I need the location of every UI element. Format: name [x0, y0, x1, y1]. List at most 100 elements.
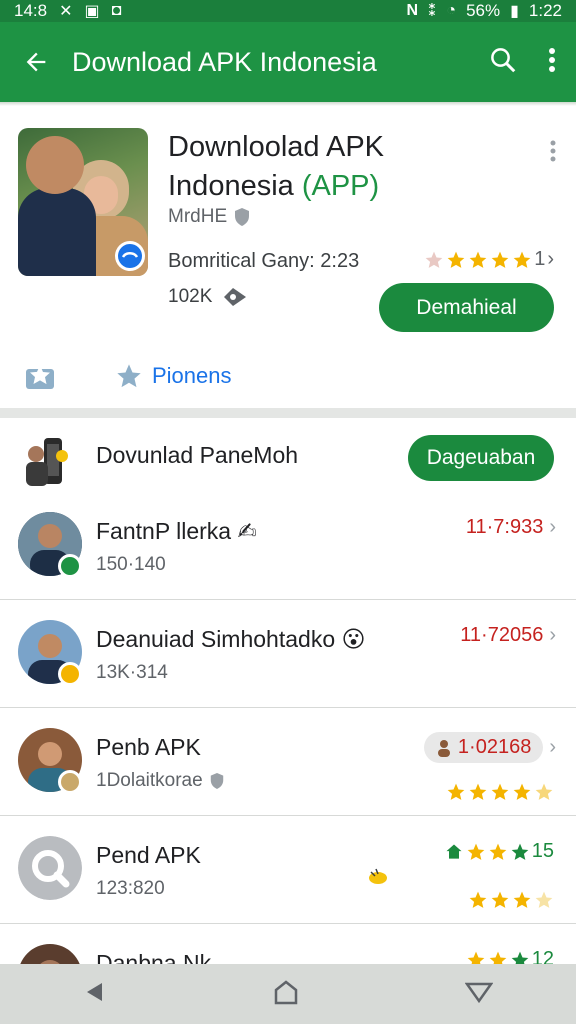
app-card-more-button[interactable] [550, 140, 556, 167]
list-item-subtitle: 123:820 [96, 878, 165, 899]
more-vert-icon [550, 140, 556, 162]
rating-count: 1 [534, 248, 546, 270]
star-icon [117, 364, 141, 388]
notification-icon: ▣ [84, 3, 100, 20]
search-button[interactable] [488, 45, 518, 80]
app-title-line1: Downloolad APK [168, 131, 385, 163]
wifi-icon: ◔ [446, 2, 457, 19]
chevron-right-icon[interactable]: › [549, 516, 556, 539]
verified-badge-icon [115, 241, 145, 271]
app-bar: Download APK Indonesia [0, 22, 576, 102]
chevron-right-icon[interactable]: › [549, 736, 556, 759]
phone-user-icon [26, 438, 68, 486]
list-item-title: FantnP llerka ✍ [96, 518, 257, 545]
battery-icon: ▮ [510, 3, 519, 20]
developer-name: MrdHE [168, 206, 228, 227]
pioneers-label: Pionens [152, 363, 232, 388]
pencil-emoji-icon: ✍ [237, 518, 257, 544]
app-title-prefix: Indonesia [168, 170, 302, 202]
star-outline-icon [26, 365, 54, 389]
star-icon [467, 843, 485, 860]
list-item-value: 1·02168 [457, 736, 532, 758]
list-item-subtitle: 13K·314 [96, 662, 168, 683]
arrow-back-icon [26, 52, 46, 72]
pioneers-link[interactable]: Pionens [114, 362, 232, 390]
app-size: 102K [168, 286, 248, 308]
app-title-line2: Indonesia (APP) [168, 167, 508, 206]
star-icon [469, 783, 487, 800]
person-icon [437, 739, 450, 757]
vibrate-icon: ⁑ [428, 3, 437, 20]
star-half-icon [535, 783, 553, 800]
section-divider [0, 408, 576, 418]
list-item-meta: 11·7:933 › [466, 516, 556, 539]
nav-back-button[interactable] [83, 980, 107, 1009]
back-button[interactable] [0, 48, 72, 76]
star-icon [447, 251, 465, 268]
list-item-title: Pend APK [96, 842, 201, 868]
shield-icon [210, 773, 223, 789]
photo-person [18, 188, 96, 276]
photo-person [26, 136, 84, 194]
status-left-text: 14:8 [14, 1, 48, 20]
star-icon [469, 891, 487, 908]
status-bar: 14:8 ✕ ▣ ◘ N ⁑ ◔ 56% ▮ 1:22 [0, 0, 576, 22]
app-list: FantnP llerka ✍ 150·140 11·7:933 › Deanu… [0, 492, 576, 1032]
app-meta: Bomritical Gany: 2:23 [168, 250, 360, 272]
app-title: Downloolad APK Indonesia (APP) [168, 128, 508, 206]
star-icon [469, 251, 487, 268]
download-row-label: Dovunlad PaneMoh [96, 442, 299, 468]
system-nav-bar [0, 964, 576, 1024]
star-half-icon [535, 891, 553, 908]
nav-recents-button[interactable] [464, 980, 494, 1009]
home-icon [446, 844, 462, 859]
online-status-dot [58, 554, 82, 578]
app-size-value: 102K [168, 286, 213, 307]
more-vert-icon [549, 47, 555, 72]
triangle-down-icon [464, 982, 494, 1003]
rating-stars [446, 782, 554, 802]
overflow-menu-button[interactable] [548, 47, 556, 78]
nav-home-button[interactable] [273, 979, 299, 1010]
app-rating: 1 › [424, 248, 554, 271]
star-icon [511, 843, 529, 860]
app-actions: Pionens [22, 360, 232, 392]
avatar [18, 836, 82, 900]
star-icon [491, 783, 509, 800]
star-icon [447, 783, 465, 800]
list-item-meta: 11·72056 › [460, 624, 556, 647]
home-outline-icon [274, 979, 298, 1004]
star-icon [489, 843, 507, 860]
developer-link[interactable]: MrdHE [168, 206, 251, 228]
star-icon [491, 891, 509, 908]
list-item-title-text: Deanuiad Simhohtadko [96, 626, 336, 652]
chevron-right-icon[interactable]: › [547, 248, 554, 271]
wave-emoji-icon [369, 868, 387, 884]
list-item-title: Penb APK [96, 734, 201, 760]
star-icon [425, 251, 443, 268]
status-time: 1:22 [528, 1, 562, 20]
list-item-title: Deanuiad Simhohtadko 😮 [96, 626, 365, 653]
list-item[interactable]: Deanuiad Simhohtadko 😮 13K·314 11·72056 … [0, 600, 576, 708]
list-item[interactable]: Pend APK 123:820 15 [0, 816, 576, 924]
list-item[interactable]: Penb APK 1Dolaitkorae 1·02168 › [0, 708, 576, 816]
list-item-subtitle: 150·140 [96, 554, 166, 575]
app-header-card: Downloolad APK Indonesia (APP) MrdHE Bom… [0, 106, 576, 411]
star-icon [491, 251, 509, 268]
nfc-icon: N [406, 2, 419, 19]
list-item-subtitle-text: 1Dolaitkorae [96, 770, 203, 791]
rate-button[interactable] [22, 360, 58, 392]
app-bar-title: Download APK Indonesia [72, 46, 377, 77]
triangle-back-icon [87, 982, 102, 1001]
chevron-right-icon[interactable]: › [549, 624, 556, 647]
star-icon [513, 783, 531, 800]
list-item[interactable]: FantnP llerka ✍ 150·140 11·7:933 › [0, 492, 576, 600]
rating-top: 15 [444, 840, 554, 863]
shield-icon [235, 208, 250, 226]
search-icon [491, 47, 516, 72]
status-badge [58, 770, 82, 794]
list-item-title-text: FantnP llerka [96, 518, 232, 544]
value-pill: 1·02168 [423, 732, 544, 763]
install-button[interactable]: Demahieal [379, 283, 554, 332]
download-row-button[interactable]: Dageuaban [408, 435, 554, 481]
